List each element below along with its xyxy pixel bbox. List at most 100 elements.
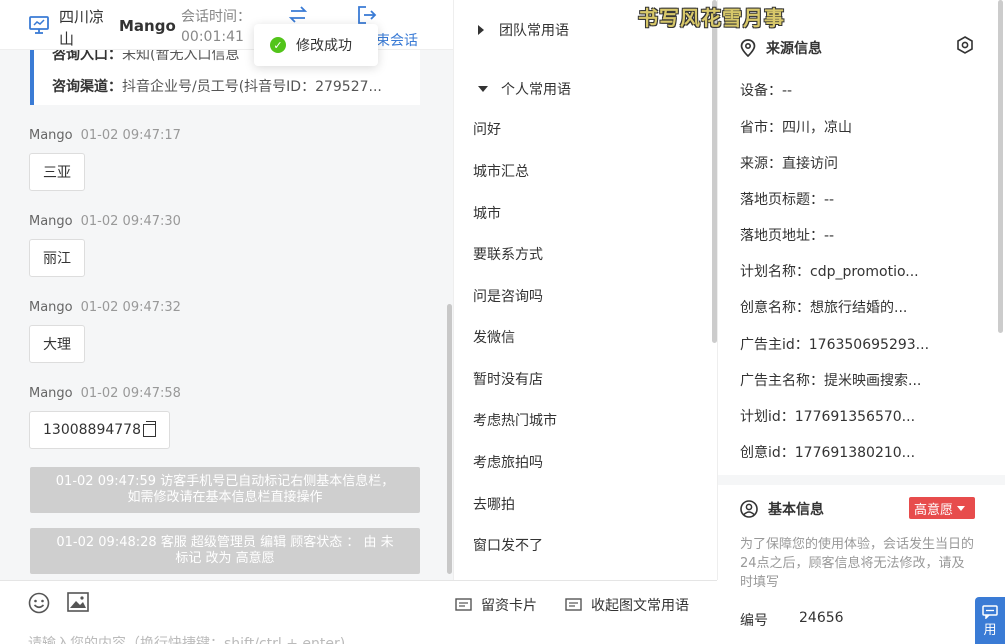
chat-panel: 四川凉山 Mango 会话时间： 00:01:41 束会话 ✓ 修改成功 咨询入… (0, 0, 453, 644)
chat-header: 四川凉山 Mango 会话时间： 00:01:41 束会话 (0, 0, 453, 50)
phrase-item[interactable]: 要联系方式 (473, 244, 543, 264)
collapse-phrases-label: 收起图文常用语 (591, 598, 689, 614)
visitor-name: 四川凉山 (59, 8, 105, 48)
phrase-item[interactable]: 发微信 (473, 327, 515, 347)
message-meta: Mango 01-02 09:47:17 (29, 128, 181, 143)
system-note: 01-02 09:48:28 客服 超级管理员 编辑 顾客状态 ： 由 未标记 … (30, 528, 420, 574)
end-session-button[interactable]: 束会话 (376, 30, 418, 50)
consult-channel: 咨询渠道：抖音企业号/员工号(抖音号ID：279527... (52, 76, 412, 96)
phrase-item[interactable]: 问好 (473, 119, 501, 139)
message-bubble[interactable]: 丽江 (29, 239, 85, 277)
message-time: 01-02 09:47:30 (80, 214, 181, 229)
personal-phrases-group[interactable]: 个人常用语 (478, 79, 571, 99)
caret-down-icon (478, 86, 488, 92)
customer-id-value: 24656 (799, 610, 844, 626)
consult-channel-value: 抖音企业号/员工号(抖音号ID：279527... (122, 79, 382, 95)
message-time: 01-02 09:47:17 (80, 128, 181, 143)
edit-deadline-notice: 为了保障您的使用体验，会话发生当日的24点之后，顾客信息将无法修改，请及时填写 (740, 537, 975, 590)
image-icon[interactable] (67, 592, 89, 612)
monitor-icon (29, 16, 49, 34)
chat-scrollbar[interactable] (447, 304, 452, 574)
source-field: 计划id：177691356570... (740, 409, 916, 425)
emoji-icon[interactable] (28, 592, 50, 614)
check-icon: ✓ (270, 37, 286, 53)
settings-icon[interactable] (956, 36, 974, 54)
info-scrollbar[interactable] (998, 0, 1003, 333)
message-text: 大理 (43, 337, 71, 353)
phrases-scrollbar[interactable] (712, 0, 717, 343)
user-icon (740, 500, 758, 518)
message-bubble[interactable]: 大理 (29, 325, 85, 363)
phrase-item[interactable]: 城市汇总 (473, 161, 529, 181)
consult-channel-label: 咨询渠道： (52, 79, 122, 95)
phone-message-bubble[interactable]: 13008894778 (29, 411, 170, 449)
phrase-item[interactable]: 城市 (473, 203, 501, 223)
floating-button-label: 用 (983, 623, 997, 638)
message-time: 01-02 09:47:58 (80, 386, 181, 401)
message-sender: Mango (29, 300, 73, 315)
message-meta: Mango 01-02 09:47:32 (29, 300, 181, 315)
caret-right-icon (478, 25, 484, 35)
message-meta: Mango 01-02 09:47:30 (29, 214, 181, 229)
message-sender: Mango (29, 128, 73, 143)
message-sender: Mango (29, 386, 73, 401)
section-divider (718, 475, 1005, 485)
phrase-item[interactable]: 考虑旅拍吗 (473, 452, 543, 472)
source-field: 广告主名称：提米映画搜索... (740, 373, 922, 389)
copy-icon[interactable] (142, 420, 156, 437)
personal-phrases-label: 个人常用语 (501, 82, 571, 98)
lead-card-label: 留资卡片 (481, 598, 537, 614)
floating-chat-button[interactable]: 用 (975, 597, 1005, 644)
phrase-item[interactable]: 去哪拍 (473, 494, 515, 514)
customer-id-label: 编号 (740, 613, 768, 629)
source-info-title: 来源信息 (766, 41, 822, 57)
source-field: 省市：四川，凉山 (740, 120, 852, 136)
location-pin-icon (740, 39, 756, 57)
source-field: 来源：直接访问 (740, 156, 838, 172)
watermark-text: 书写风花雪月事 (638, 6, 785, 30)
message-time: 01-02 09:47:32 (80, 300, 181, 315)
phrase-item[interactable]: 问是咨询吗 (473, 286, 543, 306)
source-field: 落地页地址：-- (740, 228, 835, 244)
source-field: 设备：-- (740, 83, 793, 99)
chat-bubble-icon (982, 605, 998, 619)
transfer-icon[interactable] (287, 5, 309, 25)
lead-card-button[interactable]: 留资卡片 (455, 595, 537, 615)
intent-status-label: 高意愿 (914, 502, 954, 518)
message-text: 13008894778 (43, 422, 141, 438)
system-note: 01-02 09:47:59 访客手机号已自动标记右侧基本信息栏，如需修改请在基… (30, 467, 420, 513)
source-field: 落地页标题：-- (740, 192, 835, 208)
message-sender: Mango (29, 214, 73, 229)
source-field: 计划名称：cdp_promotio... (740, 264, 919, 280)
phrase-item[interactable]: 考虑热门城市 (473, 410, 557, 430)
customer-info-panel: 来源信息 设备：-- 省市：四川，凉山 来源：直接访问 落地页标题：-- 落地页… (718, 0, 1005, 644)
team-phrases-group[interactable]: 团队常用语 (478, 20, 569, 40)
message-icon (565, 597, 582, 611)
source-field: 创意名称：想旅行结婚的... (740, 300, 908, 316)
agent-name: Mango (119, 17, 176, 35)
message-bubble[interactable]: 三亚 (29, 153, 85, 191)
chat-input-area: 留资卡片 收起图文常用语 请输入您的内容（换行快捷键：shift/ctrl + … (0, 580, 717, 644)
common-phrases-panel: 团队常用语 个人常用语 问好 城市汇总 城市 要联系方式 问是咨询吗 发微信 暂… (453, 0, 718, 580)
session-time: 00:01:41 (181, 29, 244, 45)
end-session-icon[interactable] (357, 5, 377, 25)
basic-info-header: 基本信息 (740, 499, 824, 519)
source-info-header: 来源信息 (740, 38, 822, 58)
collapse-phrases-button[interactable]: 收起图文常用语 (565, 595, 689, 615)
session-time-label: 会话时间： (181, 9, 251, 25)
message-meta: Mango 01-02 09:47:58 (29, 386, 181, 401)
success-toast: ✓ 修改成功 (254, 24, 378, 66)
message-input[interactable]: 请输入您的内容（换行快捷键：shift/ctrl + enter) (28, 633, 345, 644)
card-icon (455, 597, 472, 611)
basic-info-title: 基本信息 (768, 502, 824, 518)
phrase-item[interactable]: 窗口发不了 (473, 535, 543, 555)
message-text: 三亚 (43, 165, 71, 181)
app-root: 四川凉山 Mango 会话时间： 00:01:41 束会话 ✓ 修改成功 咨询入… (0, 0, 1005, 644)
source-field: 创意id：177691380210... (740, 445, 916, 461)
team-phrases-label: 团队常用语 (499, 23, 569, 39)
source-field: 广告主id：176350695293... (740, 337, 930, 353)
phrase-item[interactable]: 暂时没有店 (473, 369, 543, 389)
message-text: 丽江 (43, 251, 71, 267)
chevron-down-icon (957, 505, 966, 511)
intent-status-dropdown[interactable]: 高意愿 (909, 497, 975, 519)
